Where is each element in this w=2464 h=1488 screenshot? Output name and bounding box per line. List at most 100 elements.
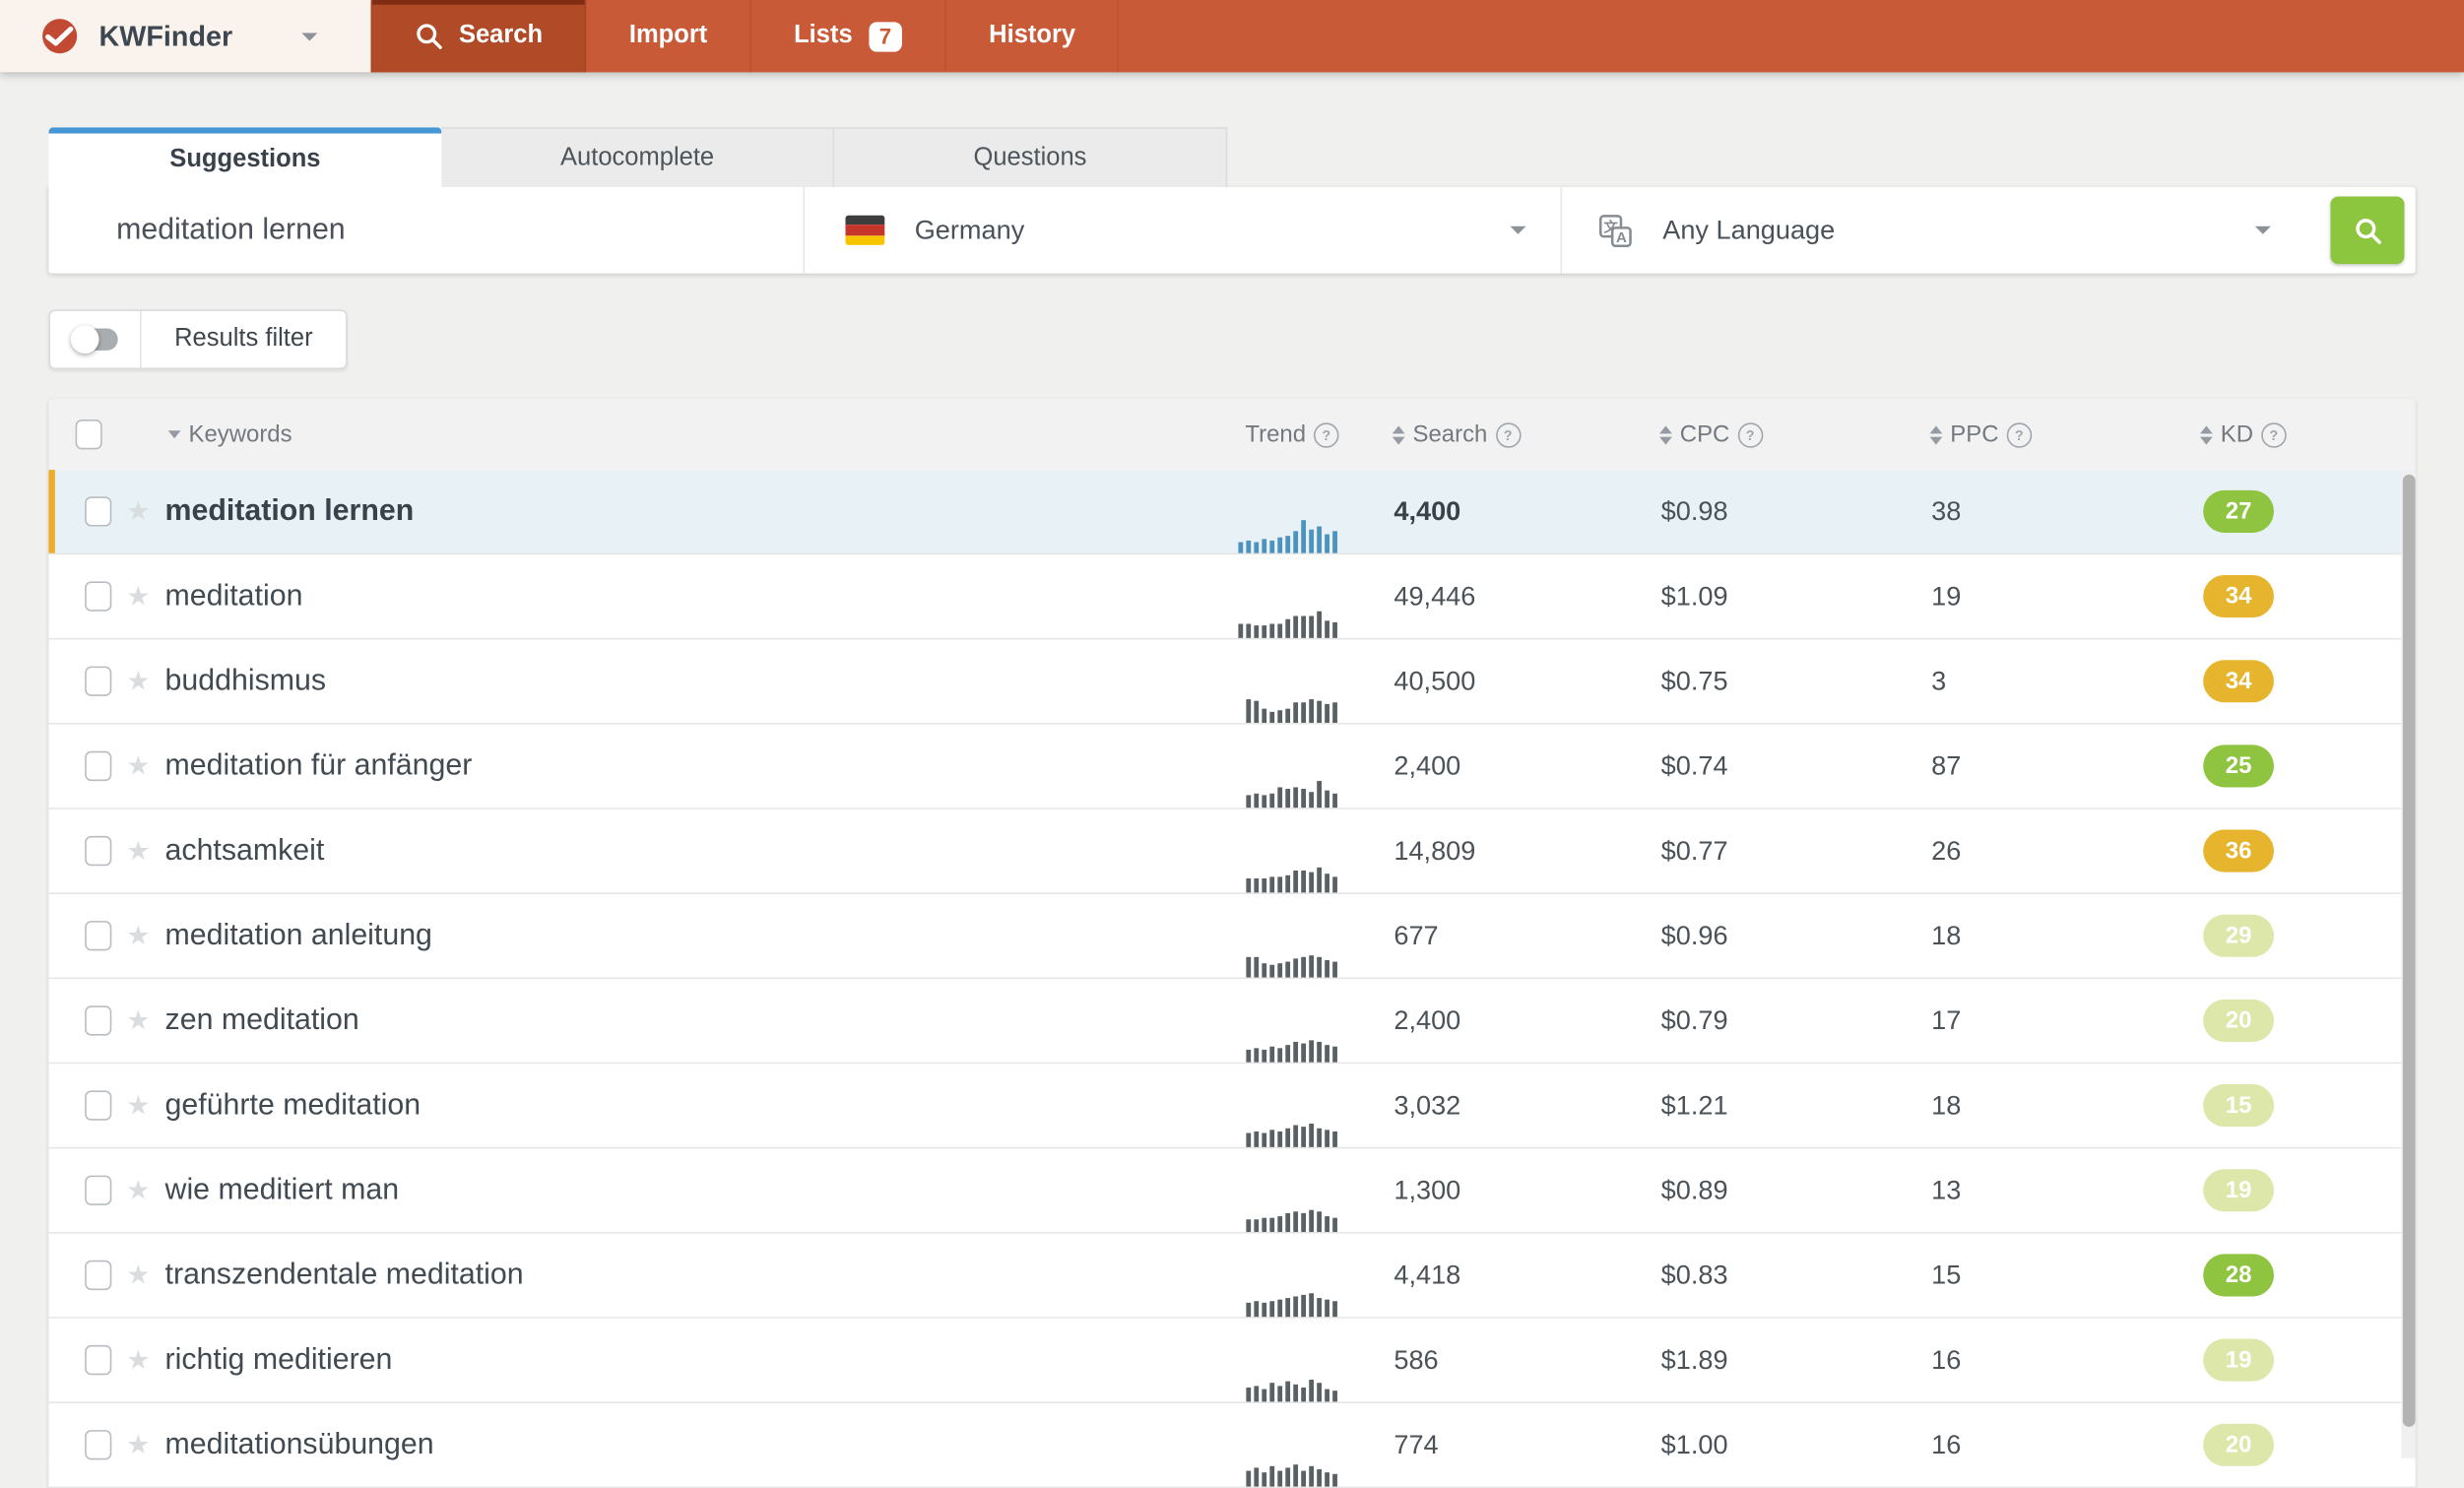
- sort-desc-icon: [168, 430, 181, 438]
- help-icon[interactable]: [1737, 421, 1763, 447]
- kd-badge[interactable]: 28: [2203, 1254, 2274, 1296]
- row-checkbox[interactable]: [85, 1090, 111, 1120]
- star-icon[interactable]: [126, 667, 150, 695]
- kd-badge[interactable]: 34: [2203, 660, 2274, 702]
- kd-badge[interactable]: 29: [2203, 915, 2274, 957]
- scrollbar-thumb[interactable]: [2402, 475, 2415, 1427]
- column-header-search[interactable]: Search: [1377, 421, 1644, 448]
- star-icon[interactable]: [126, 497, 150, 526]
- help-icon[interactable]: [2261, 421, 2287, 447]
- column-header-kd[interactable]: KD: [2184, 421, 2416, 448]
- kd-badge[interactable]: 34: [2203, 575, 2274, 617]
- kd-badge[interactable]: 20: [2203, 1000, 2274, 1042]
- row-checkbox[interactable]: [85, 1261, 111, 1290]
- kd-badge[interactable]: 15: [2203, 1084, 2274, 1127]
- nav-item-label: History: [989, 22, 1075, 50]
- kd-cell: 15: [2184, 1084, 2416, 1127]
- star-icon[interactable]: [126, 1346, 150, 1375]
- star-icon[interactable]: [126, 582, 150, 611]
- row-checkbox[interactable]: [85, 836, 111, 866]
- nav-item-import[interactable]: Import: [587, 0, 751, 72]
- tab-questions[interactable]: Questions: [834, 127, 1227, 187]
- brand[interactable]: KWFinder: [0, 0, 371, 72]
- table-row[interactable]: richtig meditieren586$1.891619: [48, 1319, 2415, 1403]
- table-row[interactable]: transzendentale meditation4,418$0.831528: [48, 1234, 2415, 1319]
- results-filter-toggle[interactable]: [50, 311, 142, 367]
- trend-sparkline: [1238, 612, 1337, 638]
- nav-item-search[interactable]: Search: [371, 0, 587, 72]
- svg-text:A: A: [1616, 228, 1627, 245]
- table-row[interactable]: zen meditation2,400$0.791720: [48, 979, 2415, 1064]
- trend-sparkline: [1238, 520, 1337, 553]
- search-volume: 14,809: [1377, 835, 1644, 867]
- row-checkbox[interactable]: [85, 581, 111, 611]
- table-row[interactable]: meditation für anfänger2,400$0.748725: [48, 725, 2415, 809]
- column-label: Search: [1413, 421, 1488, 448]
- sort-icon: [1930, 425, 1943, 444]
- star-icon[interactable]: [126, 837, 150, 866]
- row-checkbox[interactable]: [85, 667, 111, 696]
- column-header-keywords[interactable]: Keywords: [165, 421, 1220, 448]
- table-row[interactable]: meditation lernen4,400$0.983827: [48, 470, 2415, 554]
- row-checkbox[interactable]: [85, 1345, 111, 1375]
- keyword-text: meditation: [165, 579, 303, 613]
- search-volume: 586: [1377, 1344, 1644, 1376]
- nav-item-history[interactable]: History: [946, 0, 1120, 72]
- row-checkbox[interactable]: [85, 751, 111, 781]
- select-all-checkbox[interactable]: [76, 420, 102, 449]
- star-icon[interactable]: [126, 1431, 150, 1459]
- row-checkbox[interactable]: [85, 496, 111, 526]
- row-checkbox[interactable]: [85, 921, 111, 950]
- row-checkbox[interactable]: [85, 1005, 111, 1035]
- scrollbar-track[interactable]: [2401, 472, 2415, 1458]
- column-header-cpc[interactable]: CPC: [1644, 421, 1913, 448]
- country-select[interactable]: Germany: [805, 187, 1562, 274]
- trend-sparkline: [1246, 1293, 1337, 1317]
- keyword-input[interactable]: [113, 212, 804, 249]
- kd-badge[interactable]: 19: [2203, 1339, 2274, 1382]
- ppc-value: 13: [1914, 1175, 2184, 1206]
- nav-item-lists[interactable]: Lists 7: [751, 0, 946, 72]
- star-icon[interactable]: [126, 752, 150, 781]
- table-row[interactable]: buddhismus40,500$0.75334: [48, 639, 2415, 724]
- trend-cell: [1219, 554, 1377, 638]
- star-icon[interactable]: [126, 1176, 150, 1204]
- star-icon[interactable]: [126, 1262, 150, 1290]
- tab-autocomplete[interactable]: Autocomplete: [441, 127, 834, 187]
- chevron-down-icon: [2255, 226, 2271, 234]
- language-label: Any Language: [1662, 215, 1835, 246]
- kd-badge[interactable]: 20: [2203, 1424, 2274, 1466]
- kd-badge[interactable]: 25: [2203, 744, 2274, 787]
- tab-suggestions[interactable]: Suggestions: [48, 127, 441, 187]
- star-icon[interactable]: [126, 1091, 150, 1120]
- checkbox-cell: [48, 1005, 111, 1035]
- star-cell: [111, 1091, 164, 1120]
- star-icon[interactable]: [126, 922, 150, 950]
- star-icon[interactable]: [126, 1006, 150, 1035]
- table-row[interactable]: meditationsübungen774$1.001620: [48, 1403, 2415, 1488]
- ppc-value: 87: [1914, 750, 2184, 782]
- row-checkbox[interactable]: [85, 1430, 111, 1459]
- kd-badge[interactable]: 27: [2203, 490, 2274, 533]
- help-icon[interactable]: [2006, 421, 2032, 447]
- help-icon[interactable]: [1495, 421, 1521, 447]
- checkbox-cell: [48, 921, 111, 950]
- search-submit-button[interactable]: [2330, 196, 2404, 264]
- kd-badge[interactable]: 36: [2203, 830, 2274, 873]
- language-select[interactable]: 文 A Any Language: [1562, 187, 2415, 274]
- table-row[interactable]: geführte meditation3,032$1.211815: [48, 1064, 2415, 1148]
- table-row[interactable]: wie meditiert man1,300$0.891319: [48, 1148, 2415, 1233]
- chevron-down-icon: [1510, 226, 1525, 234]
- trend-cell: [1219, 725, 1377, 809]
- checkbox-cell: [48, 581, 111, 611]
- table-row[interactable]: achtsamkeit14,809$0.772636: [48, 809, 2415, 894]
- table-row[interactable]: meditation49,446$1.091934: [48, 554, 2415, 639]
- kd-badge[interactable]: 19: [2203, 1169, 2274, 1211]
- trend-cell: [1219, 1319, 1377, 1402]
- help-icon[interactable]: [1314, 421, 1339, 447]
- column-header-trend[interactable]: Trend: [1219, 421, 1377, 448]
- checkbox-cell: [48, 1345, 111, 1375]
- row-checkbox[interactable]: [85, 1176, 111, 1205]
- column-header-ppc[interactable]: PPC: [1914, 421, 2184, 448]
- table-row[interactable]: meditation anleitung677$0.961829: [48, 894, 2415, 979]
